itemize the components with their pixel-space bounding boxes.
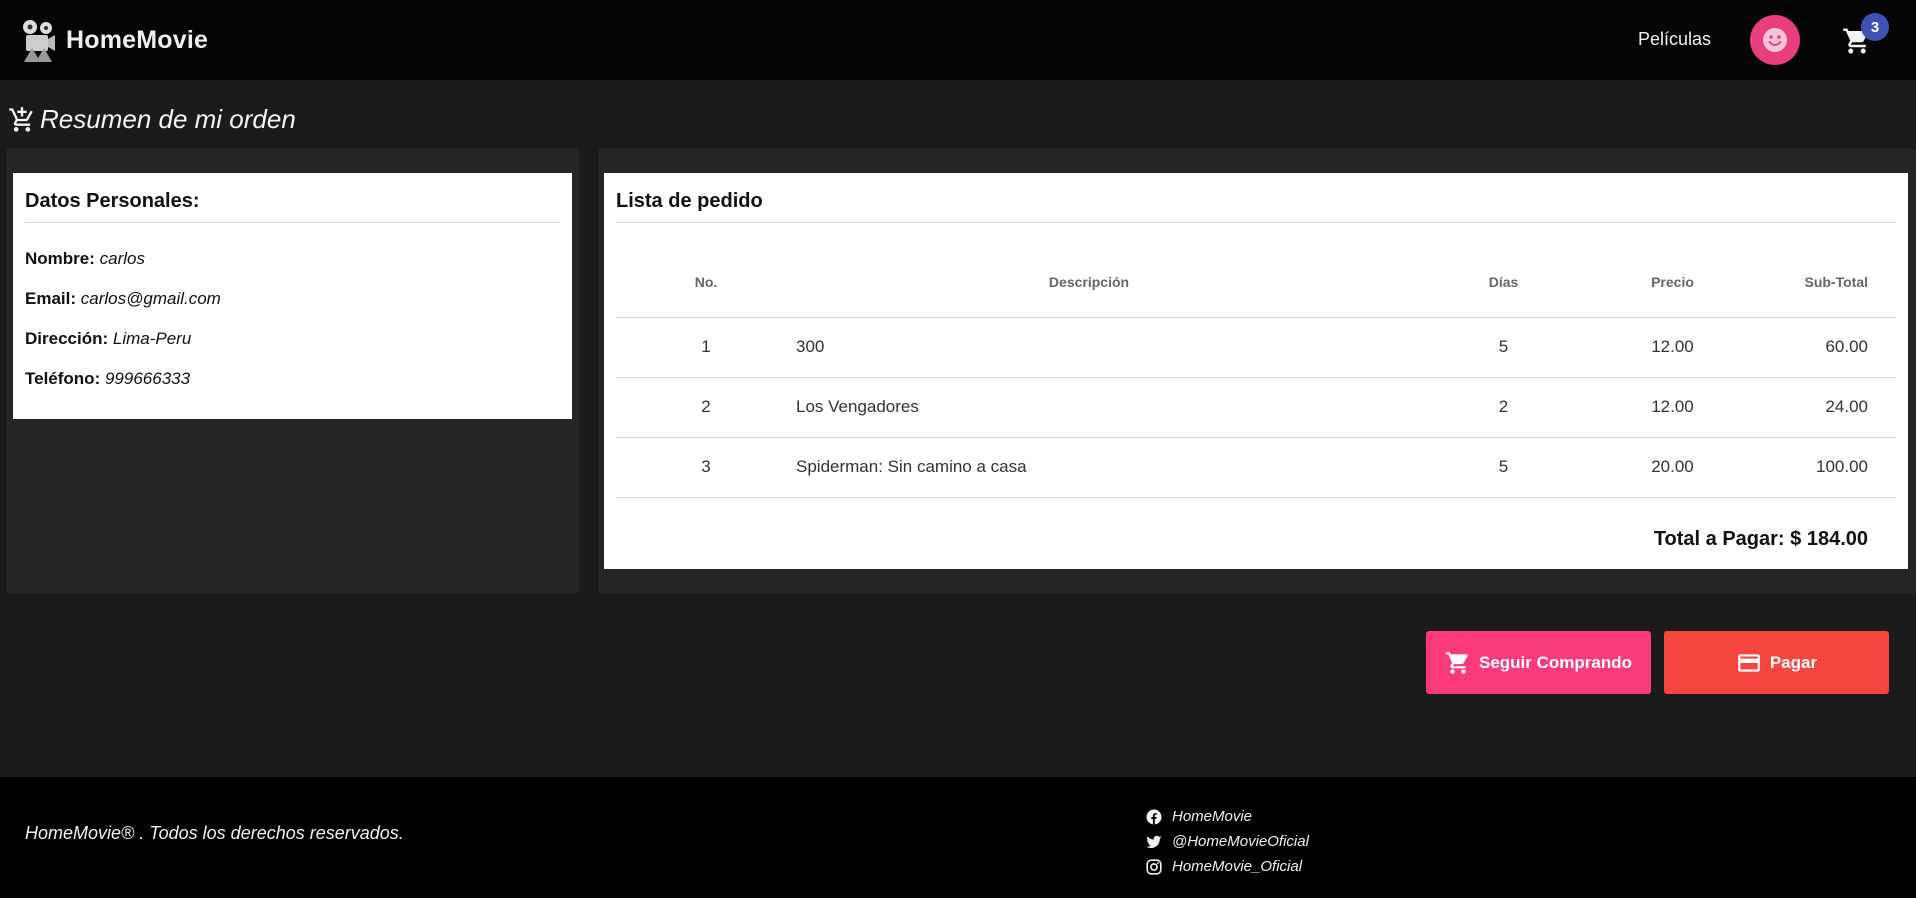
col-header-dias: Días — [1382, 247, 1625, 318]
cell-no: 2 — [616, 377, 796, 438]
order-heading: Lista de pedido — [616, 190, 1896, 223]
order-card: Lista de pedido No. Descripción Días Pre… — [604, 173, 1908, 569]
cell-subtotal: 100.00 — [1720, 437, 1896, 498]
add-shopping-cart-icon — [9, 106, 33, 132]
twitter-icon — [1146, 835, 1162, 848]
personal-heading: Datos Personales: — [25, 190, 560, 223]
social-text: HomeMovie_Oficial — [1172, 858, 1303, 875]
total-to-pay: Total a Pagar: $ 184.00 — [1653, 527, 1868, 550]
table-header-row: No. Descripción Días Precio Sub-Total — [616, 247, 1896, 318]
cell-precio: 12.00 — [1625, 377, 1720, 438]
cell-precio: 12.00 — [1625, 317, 1720, 378]
smiley-avatar-icon — [1763, 28, 1787, 52]
movie-camera-logo-icon — [23, 20, 55, 62]
field-value: 999666333 — [104, 369, 191, 388]
copyright-text: HomeMovie® . Todos los derechos reservad… — [25, 823, 404, 843]
field-telefono: Teléfono: 999666333 — [25, 369, 560, 388]
personal-data-card: Datos Personales: Nombre: carlos Email: … — [13, 173, 572, 419]
cell-precio: 20.00 — [1625, 437, 1720, 498]
social-instagram-link[interactable]: HomeMovie_Oficial — [1146, 854, 1309, 879]
field-value: carlos — [99, 249, 145, 268]
field-nombre: Nombre: carlos — [25, 249, 560, 268]
social-text: HomeMovie — [1172, 808, 1253, 825]
cart-icon — [1446, 651, 1468, 674]
order-table: No. Descripción Días Precio Sub-Total 1 … — [616, 247, 1896, 498]
cell-desc: Spiderman: Sin camino a casa — [796, 437, 1382, 498]
table-row: 2 Los Vengadores 2 12.00 24.00 — [616, 377, 1896, 438]
credit-card-icon — [1738, 653, 1760, 672]
avatar[interactable] — [1750, 15, 1800, 65]
cell-dias: 2 — [1382, 377, 1625, 438]
seguir-comprando-button[interactable]: Seguir Comprando — [1426, 631, 1651, 694]
cell-desc: 300 — [796, 317, 1382, 378]
col-header-precio: Precio — [1625, 247, 1720, 318]
field-direccion: Dirección: Lima-Peru — [25, 329, 560, 348]
page-title-text: Resumen de mi orden — [40, 104, 296, 134]
cart-count-badge: 3 — [1861, 13, 1889, 41]
field-label: Teléfono: — [25, 369, 101, 388]
social-twitter-link[interactable]: @HomeMovieOficial — [1146, 829, 1309, 854]
field-label: Dirección: — [25, 329, 109, 348]
col-header-descripcion: Descripción — [796, 247, 1382, 318]
cell-no: 1 — [616, 317, 796, 378]
cell-no: 3 — [616, 437, 796, 498]
top-navbar: HomeMovie Películas 3 — [0, 0, 1916, 80]
table-row: 3 Spiderman: Sin camino a casa 5 20.00 1… — [616, 437, 1896, 498]
nav-peliculas-link[interactable]: Películas — [1638, 29, 1711, 50]
brand[interactable]: HomeMovie — [20, 18, 208, 62]
social-links: HomeMovie @HomeMovieOficial HomeMovie_Of… — [1146, 804, 1309, 879]
brand-name: HomeMovie — [66, 25, 209, 54]
field-label: Nombre: — [25, 249, 95, 268]
field-email: Email: carlos@gmail.com — [25, 289, 560, 308]
table-row: 1 300 5 12.00 60.00 — [616, 317, 1896, 378]
cell-subtotal: 24.00 — [1720, 377, 1896, 438]
field-value: carlos@gmail.com — [80, 289, 221, 308]
pagar-button[interactable]: Pagar — [1664, 631, 1889, 694]
field-value: Lima-Peru — [112, 329, 192, 348]
footer: HomeMovie® . Todos los derechos reservad… — [0, 777, 1916, 898]
col-header-no: No. — [616, 247, 796, 318]
cell-dias: 5 — [1382, 437, 1625, 498]
instagram-icon — [1146, 858, 1162, 875]
cell-desc: Los Vengadores — [796, 377, 1382, 438]
cell-dias: 5 — [1382, 317, 1625, 378]
pagar-label: Pagar — [1769, 652, 1818, 672]
facebook-icon — [1146, 809, 1162, 824]
cell-subtotal: 60.00 — [1720, 317, 1896, 378]
col-header-subtotal: Sub-Total — [1720, 247, 1896, 318]
seguir-comprando-label: Seguir Comprando — [1478, 652, 1632, 672]
field-label: Email: — [25, 289, 77, 308]
page-title: Resumen de mi orden — [8, 104, 296, 135]
social-text: @HomeMovieOficial — [1172, 833, 1309, 850]
social-facebook-link[interactable]: HomeMovie — [1146, 804, 1309, 829]
